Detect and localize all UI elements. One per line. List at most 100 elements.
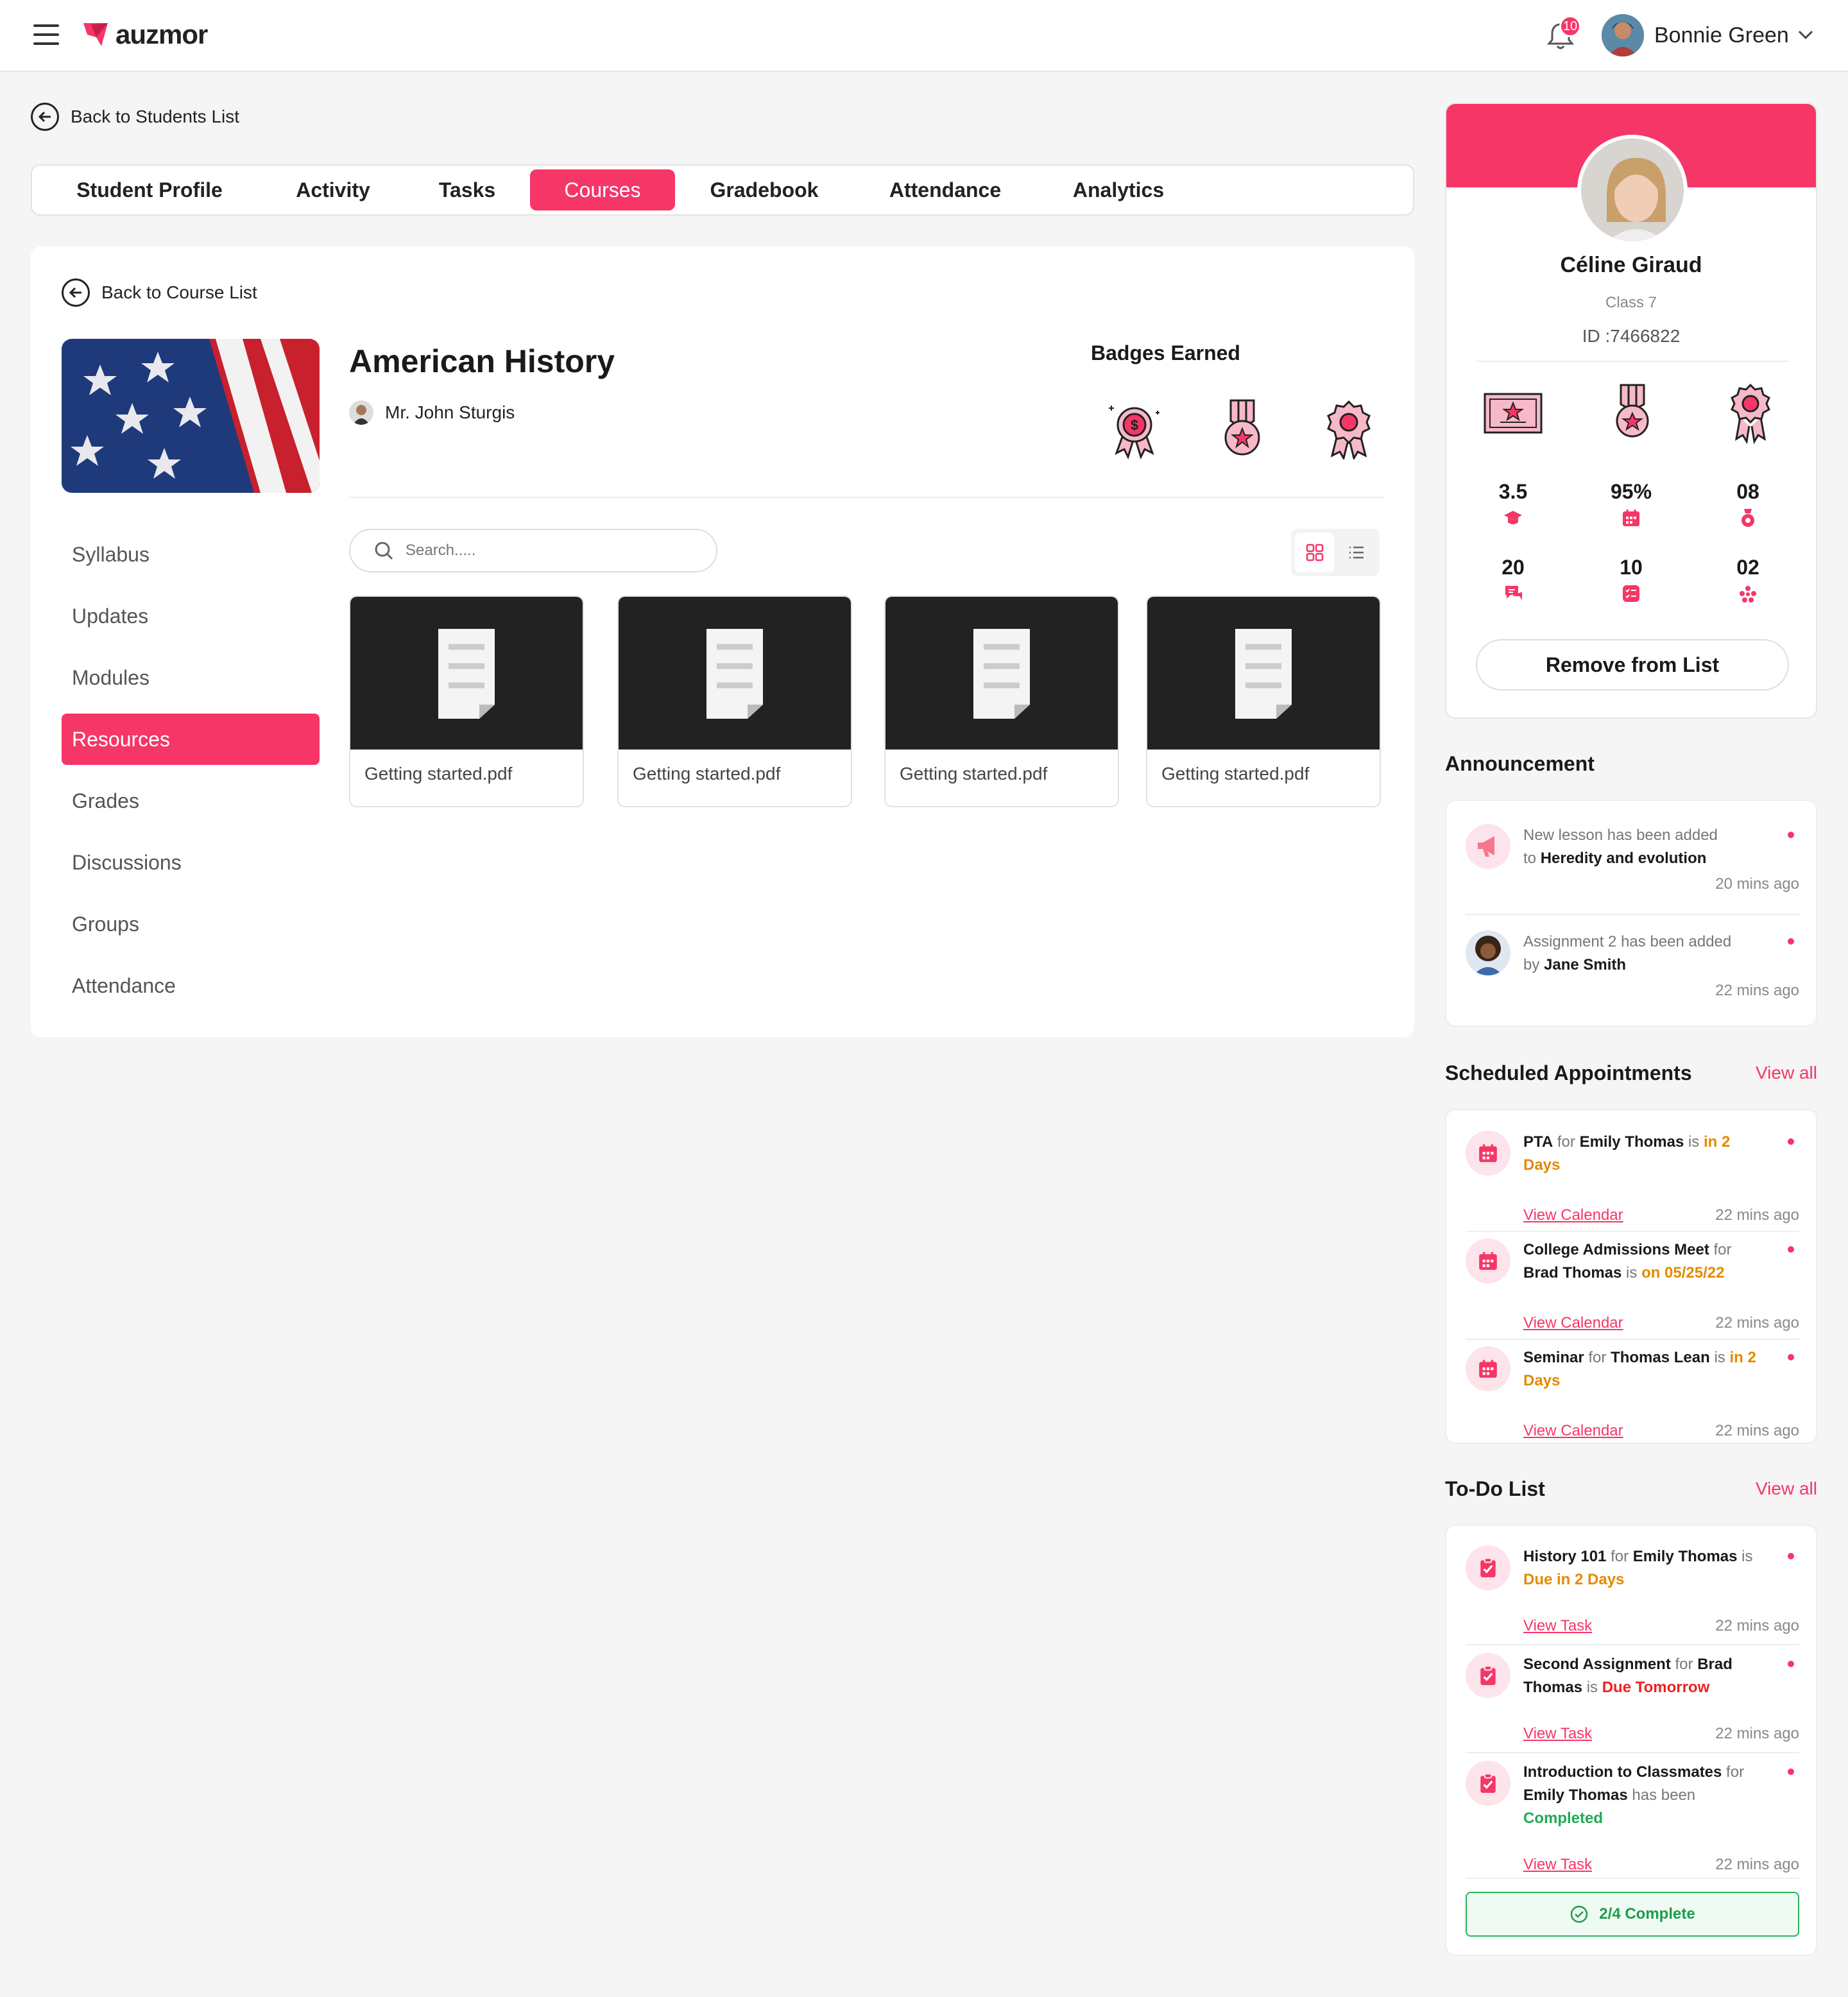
logo-mark-icon [83, 23, 108, 46]
file-card[interactable]: Getting started.pdf [884, 596, 1119, 807]
menu-item-syllabus[interactable]: Syllabus [62, 529, 320, 580]
search-input[interactable] [406, 542, 688, 560]
item-divider [1466, 1878, 1799, 1879]
header-divider [349, 497, 1383, 498]
view-task-link[interactable]: View Task [1523, 1725, 1592, 1743]
tab-analytics[interactable]: Analytics [1037, 169, 1200, 210]
menu-item-modules[interactable]: Modules [62, 652, 320, 703]
view-calendar-link[interactable]: View Calendar [1523, 1422, 1623, 1440]
announcement-text: New lesson has been added to Heredity and… [1523, 827, 1718, 867]
todo-text: History 101 for Emily Thomas is Due in 2… [1523, 1548, 1753, 1588]
grid-view-button[interactable] [1295, 533, 1334, 572]
completion-progress-button[interactable]: 2/4 Complete [1466, 1892, 1799, 1937]
back-to-students-link[interactable]: Back to Students List [31, 103, 239, 131]
tab-attendance[interactable]: Attendance [853, 169, 1037, 210]
todo-panel: History 101 for Emily Thomas is Due in 2… [1445, 1525, 1817, 1956]
student-class: Class 7 [1605, 294, 1657, 311]
appointment-text: College Admissions Meet for Brad Thomas … [1523, 1241, 1732, 1281]
announcement-title: Announcement [1445, 752, 1595, 775]
appointments-title: Scheduled Appointments [1445, 1061, 1692, 1084]
check-circle-icon [1571, 1905, 1588, 1923]
menu-item-updates[interactable]: Updates [62, 590, 320, 642]
menu-item-grades[interactable]: Grades [62, 775, 320, 827]
file-card[interactable]: Getting started.pdf [617, 596, 852, 807]
back-to-course-list-link[interactable]: Back to Course List [62, 279, 257, 307]
todo-time: 22 mins ago [1715, 1856, 1799, 1873]
view-task-link[interactable]: View Task [1523, 1617, 1592, 1635]
todo-item: Introduction to Classmates for Emily Tho… [1466, 1761, 1799, 1873]
rosette-icon [1327, 400, 1371, 459]
certificate-icon [1484, 393, 1543, 434]
document-icon [438, 629, 495, 719]
completion-label: 2/4 Complete [1599, 1905, 1695, 1923]
stat-value: 3.5 [1498, 480, 1528, 503]
stat-discussions: 20 [1475, 556, 1552, 604]
todo-text: Introduction to Classmates for Emily Tho… [1523, 1763, 1745, 1827]
menu-icon[interactable] [33, 24, 59, 46]
item-divider [1466, 1644, 1799, 1645]
medal-icon [1224, 399, 1260, 456]
menu-item-resources[interactable]: Resources [62, 714, 320, 765]
unread-dot [1788, 1661, 1794, 1667]
menu-item-attendance[interactable]: Attendance [62, 960, 320, 1011]
user-name[interactable]: Bonnie Green [1654, 23, 1789, 48]
student-profile-card: Céline Giraud Class 7 ID :7466822 3.5 95… [1445, 103, 1817, 719]
file-card[interactable]: Getting started.pdf [1146, 596, 1381, 807]
logo[interactable]: auzmor [82, 19, 208, 50]
announcement-time: 20 mins ago [1715, 875, 1799, 893]
calendar-icon [1466, 1238, 1510, 1283]
view-task-link[interactable]: View Task [1523, 1856, 1592, 1874]
clipboard-check-icon [1466, 1653, 1510, 1698]
user-avatar[interactable] [1602, 14, 1644, 56]
tab-activity[interactable]: Activity [262, 169, 404, 210]
badges-earned-title: Badges Earned [1091, 341, 1240, 364]
file-card[interactable]: Getting started.pdf [349, 596, 584, 807]
tab-gradebook[interactable]: Gradebook [675, 169, 853, 210]
medal-icon [1741, 509, 1754, 527]
unread-dot [1788, 1138, 1794, 1145]
stat-gpa: 3.5 [1475, 480, 1552, 528]
stat-attendance: 95% [1593, 480, 1670, 528]
appointment-item: Seminar for Thomas Lean is in 2 Days Vie… [1466, 1346, 1799, 1439]
medal-icon [1616, 384, 1649, 438]
document-icon [1235, 629, 1292, 719]
list-view-button[interactable] [1337, 533, 1376, 572]
unread-dot [1788, 1769, 1794, 1775]
view-calendar-link[interactable]: View Calendar [1523, 1206, 1623, 1224]
file-name: Getting started.pdf [900, 764, 1048, 784]
profile-divider [1476, 361, 1789, 362]
view-toggle [1291, 529, 1380, 576]
calendar-icon [1466, 1346, 1510, 1391]
tab-student-profile[interactable]: Student Profile [37, 169, 262, 210]
file-thumbnail [619, 597, 851, 750]
megaphone-icon [1466, 824, 1510, 869]
appointments-view-all-link[interactable]: View all [1756, 1063, 1817, 1083]
item-divider [1466, 1752, 1799, 1753]
search-box [349, 529, 717, 572]
menu-item-discussions[interactable]: Discussions [62, 837, 320, 888]
course-detail-card: Back to Course List American History Mr.… [31, 246, 1414, 1037]
view-calendar-link[interactable]: View Calendar [1523, 1314, 1623, 1332]
announcement-item[interactable]: New lesson has been added to Heredity and… [1466, 824, 1799, 907]
tab-courses[interactable]: Courses [530, 169, 675, 210]
file-thumbnail [1147, 597, 1380, 750]
tab-tasks[interactable]: Tasks [404, 169, 530, 210]
appointment-time: 22 mins ago [1715, 1206, 1799, 1224]
student-id: ID :7466822 [1582, 326, 1681, 346]
todo-view-all-link[interactable]: View all [1756, 1478, 1817, 1499]
appointment-item: College Admissions Meet for Brad Thomas … [1466, 1238, 1799, 1332]
remove-from-list-button[interactable]: Remove from List [1476, 639, 1789, 690]
announcement-panel: New lesson has been added to Heredity and… [1445, 800, 1817, 1027]
announcement-item[interactable]: Assignment 2 has been added by Jane Smith… [1466, 930, 1799, 1014]
announcement-time: 22 mins ago [1715, 982, 1799, 999]
unread-dot [1788, 1246, 1794, 1253]
stat-value: 08 [1736, 480, 1759, 503]
brand-name: auzmor [116, 19, 208, 49]
menu-item-groups[interactable]: Groups [62, 898, 320, 950]
checklist-icon [1623, 585, 1639, 602]
chevron-down-icon[interactable] [1797, 28, 1815, 41]
dollar-badge-icon: $ [1109, 406, 1159, 459]
file-name: Getting started.pdf [633, 764, 781, 784]
stat-value: 20 [1502, 556, 1525, 579]
item-divider [1466, 1231, 1799, 1232]
